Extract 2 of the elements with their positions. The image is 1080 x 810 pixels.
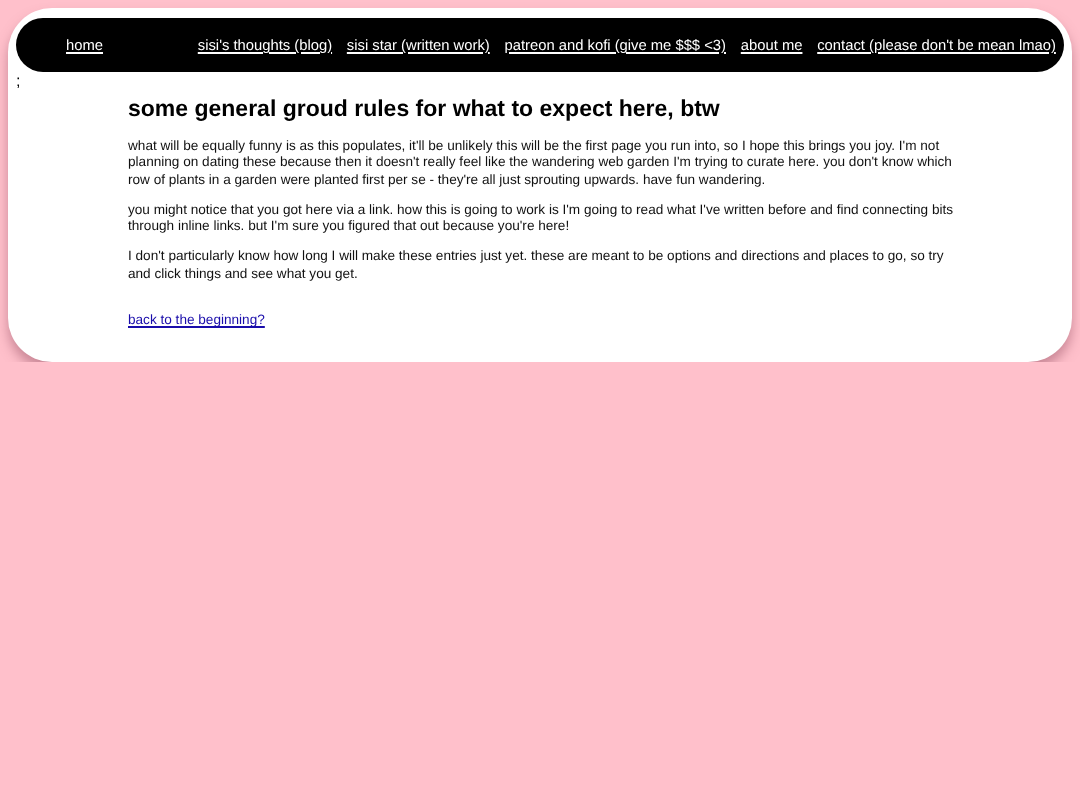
stray-text: ; <box>16 74 23 90</box>
page-heading: some general groud rules for what to expect here, btw <box>128 98 722 122</box>
